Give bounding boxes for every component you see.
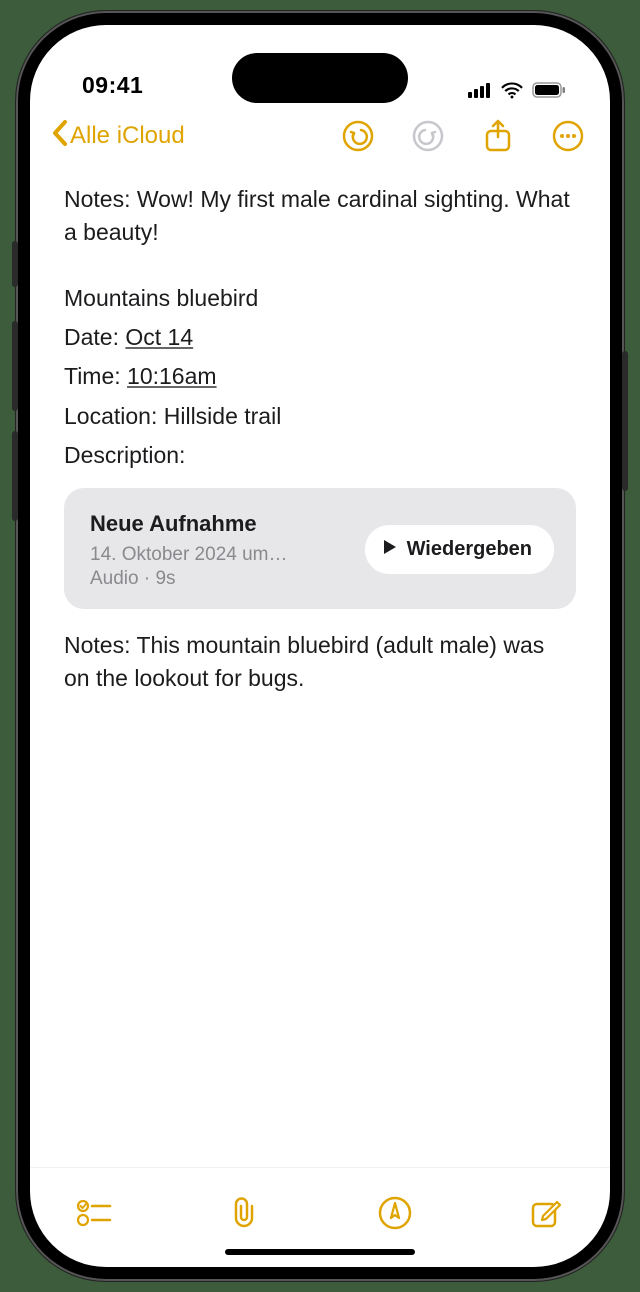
audio-info: Neue Aufnahme 14. Oktober 2024 um… Audio… <box>90 508 353 590</box>
undo-button[interactable] <box>342 120 374 152</box>
status-time: 09:41 <box>82 72 143 99</box>
screen: 09:41 13. Januar 2025 um 16:28 Al <box>30 25 610 1267</box>
note-line-1: Notes: Wow! My first male cardinal sight… <box>64 183 576 250</box>
audio-date: 14. Oktober 2024 um… <box>90 543 353 567</box>
attachment-button[interactable] <box>227 1195 263 1231</box>
share-button[interactable] <box>482 120 514 152</box>
note-time: Time: 10:16am <box>64 360 576 393</box>
back-button[interactable]: Alle iCloud <box>50 119 185 154</box>
back-label: Alle iCloud <box>70 122 185 150</box>
markup-button[interactable] <box>377 1195 413 1231</box>
nav-bar: 13. Januar 2025 um 16:28 Alle iCloud <box>30 103 610 169</box>
checklist-button[interactable] <box>76 1195 112 1231</box>
play-button[interactable]: Wiedergeben <box>365 525 554 574</box>
nav-actions <box>342 120 584 152</box>
cellular-icon <box>468 82 492 98</box>
home-indicator[interactable] <box>225 1249 415 1255</box>
more-button[interactable] <box>552 120 584 152</box>
note-description-label: Description: <box>64 439 576 472</box>
compose-button[interactable] <box>528 1195 564 1231</box>
wifi-icon <box>500 81 524 99</box>
audio-meta: Audio · 9s <box>90 567 353 591</box>
audio-attachment[interactable]: Neue Aufnahme 14. Oktober 2024 um… Audio… <box>64 488 576 608</box>
side-button-vol-up <box>12 321 18 411</box>
play-label: Wiedergeben <box>407 535 532 564</box>
phone-frame: 09:41 13. Januar 2025 um 16:28 Al <box>16 11 624 1281</box>
note-location: Location: Hillside trail <box>64 400 576 433</box>
audio-title: Neue Aufnahme <box>90 508 353 540</box>
note-line-2: Notes: This mountain bluebird (adult mal… <box>64 629 576 696</box>
chevron-left-icon <box>50 119 68 154</box>
dynamic-island <box>232 53 408 103</box>
side-button-power <box>622 351 628 491</box>
note-bird-name: Mountains bluebird <box>64 282 576 315</box>
side-button-silent <box>12 241 18 287</box>
side-button-vol-down <box>12 431 18 521</box>
note-content[interactable]: Notes: Wow! My first male cardinal sight… <box>30 169 610 1167</box>
note-date: Date: Oct 14 <box>64 321 576 354</box>
play-icon <box>383 535 397 564</box>
status-icons <box>468 81 566 99</box>
redo-button[interactable] <box>412 120 444 152</box>
battery-icon <box>532 82 566 98</box>
